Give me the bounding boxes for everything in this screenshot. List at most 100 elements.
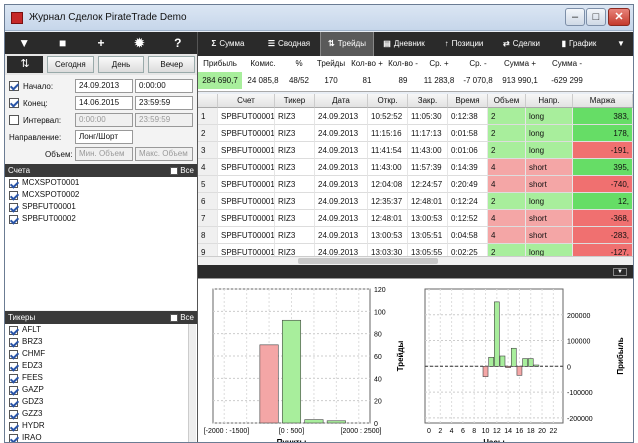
table-cell[interactable]: 11:41:54 xyxy=(368,142,408,159)
table-cell[interactable]: SPBFUT00001 xyxy=(218,108,275,125)
table-cell[interactable]: 12:24:57 xyxy=(408,176,448,193)
list-item[interactable]: FEES xyxy=(5,372,197,384)
table-cell[interactable]: 13:05:51 xyxy=(408,227,448,244)
evening-button[interactable]: Вечер xyxy=(148,56,196,73)
close-button[interactable]: ✕ xyxy=(608,8,630,26)
table-cell[interactable]: 11:17:13 xyxy=(408,125,448,142)
interval-from-field[interactable]: 0:00:00 xyxy=(75,113,133,127)
ticker-checkbox[interactable] xyxy=(9,361,18,371)
table-cell[interactable]: short xyxy=(526,176,573,193)
table-cell[interactable]: -191, xyxy=(573,142,633,159)
column-header[interactable]: Время xyxy=(448,94,488,108)
list-item[interactable]: CHMF xyxy=(5,348,197,360)
table-cell[interactable]: 2 xyxy=(488,193,526,210)
list-item[interactable]: HYDR xyxy=(5,420,197,432)
table-cell[interactable]: 11:15:16 xyxy=(368,125,408,142)
ticker-checkbox[interactable] xyxy=(9,373,18,383)
table-cell[interactable]: 4 xyxy=(488,210,526,227)
ticker-checkbox[interactable] xyxy=(9,421,18,431)
table-cell[interactable]: 4 xyxy=(488,227,526,244)
list-item[interactable]: MCXSPOT0002 xyxy=(5,189,197,201)
table-cell[interactable]: 0:01:06 xyxy=(448,142,488,159)
table-cell[interactable]: SPBFUT00001 xyxy=(218,142,275,159)
table-cell[interactable]: 3 xyxy=(198,142,218,159)
sync-button[interactable]: ⇅ xyxy=(7,56,43,73)
column-header[interactable]: Закр. xyxy=(408,94,448,108)
table-cell[interactable]: 395, xyxy=(573,159,633,176)
table-cell[interactable]: 8 xyxy=(198,227,218,244)
table-cell[interactable]: SPBFUT00001 xyxy=(218,159,275,176)
tab-overflow-button[interactable]: ▼ xyxy=(610,32,632,56)
accounts-all-checkbox[interactable] xyxy=(170,166,179,175)
tab-deals[interactable]: ⇄ Сделки xyxy=(494,32,549,56)
interval-to-field[interactable]: 23:59:59 xyxy=(135,113,193,127)
table-cell[interactable]: 24.09.2013 xyxy=(315,108,368,125)
help-icon[interactable]: ? xyxy=(159,32,197,54)
day-button[interactable]: День xyxy=(97,56,145,73)
lock-icon[interactable]: ■ xyxy=(43,32,81,54)
ticker-checkbox[interactable] xyxy=(9,385,18,395)
table-cell[interactable]: 2 xyxy=(488,108,526,125)
ticker-checkbox[interactable] xyxy=(9,409,18,419)
tab-trades[interactable]: ⇅ Трейды xyxy=(320,32,374,56)
list-item[interactable]: EDZ3 xyxy=(5,360,197,372)
start-time-field[interactable]: 0:00:00 xyxy=(135,79,193,93)
table-cell[interactable]: 24.09.2013 xyxy=(315,227,368,244)
table-cell[interactable]: 178, xyxy=(573,125,633,142)
table-cell[interactable]: 12:35:37 xyxy=(368,193,408,210)
table-cell[interactable]: 13:00:53 xyxy=(408,210,448,227)
table-cell[interactable]: 0:12:52 xyxy=(448,210,488,227)
table-cell[interactable]: short xyxy=(526,227,573,244)
ticker-checkbox[interactable] xyxy=(9,349,18,359)
column-header[interactable]: Напр. xyxy=(526,94,573,108)
table-cell[interactable]: 6 xyxy=(198,193,218,210)
table-cell[interactable]: 5 xyxy=(198,176,218,193)
ticker-checkbox[interactable] xyxy=(9,397,18,407)
table-cell[interactable]: 12:04:08 xyxy=(368,176,408,193)
table-cell[interactable]: 24.09.2013 xyxy=(315,142,368,159)
table-cell[interactable]: long xyxy=(526,193,573,210)
table-cell[interactable]: RIZ3 xyxy=(275,176,315,193)
table-cell[interactable]: 383, xyxy=(573,108,633,125)
table-cell[interactable]: short xyxy=(526,159,573,176)
table-cell[interactable]: 4 xyxy=(488,159,526,176)
table-cell[interactable]: short xyxy=(526,210,573,227)
column-header[interactable]: Объем xyxy=(488,94,526,108)
table-cell[interactable]: -740, xyxy=(573,176,633,193)
table-cell[interactable]: 24.09.2013 xyxy=(315,176,368,193)
volume-min-field[interactable]: Мин. Объем xyxy=(75,147,133,161)
column-header[interactable]: Дата xyxy=(315,94,368,108)
table-cell[interactable]: RIZ3 xyxy=(275,142,315,159)
tab-positions[interactable]: ↑ Позиции xyxy=(434,32,494,56)
table-cell[interactable]: 0:01:58 xyxy=(448,125,488,142)
gear-icon[interactable]: ✹ xyxy=(120,32,158,54)
tickers-scrollbar[interactable] xyxy=(188,324,196,442)
table-cell[interactable]: SPBFUT00001 xyxy=(218,193,275,210)
table-cell[interactable]: 0:20:49 xyxy=(448,176,488,193)
table-cell[interactable]: 4 xyxy=(198,159,218,176)
tab-sum[interactable]: Σ Сумма xyxy=(198,32,258,56)
add-icon[interactable]: + xyxy=(82,32,120,54)
volume-max-field[interactable]: Макс. Объем xyxy=(135,147,193,161)
direction-select[interactable]: Лонг/Шорт xyxy=(75,130,133,144)
list-item[interactable]: IRAO xyxy=(5,432,197,442)
table-cell[interactable]: 10:52:52 xyxy=(368,108,408,125)
ticker-checkbox[interactable] xyxy=(9,325,18,335)
table-cell[interactable]: -368, xyxy=(573,210,633,227)
table-cell[interactable]: 24.09.2013 xyxy=(315,125,368,142)
table-cell[interactable]: RIZ3 xyxy=(275,125,315,142)
table-cell[interactable]: 24.09.2013 xyxy=(315,210,368,227)
table-cell[interactable]: 2 xyxy=(198,125,218,142)
table-cell[interactable]: 4 xyxy=(488,176,526,193)
column-header[interactable] xyxy=(198,94,218,108)
tab-diary[interactable]: ▤ Дневник xyxy=(374,32,434,56)
table-cell[interactable]: -283, xyxy=(573,227,633,244)
table-cell[interactable]: 0:04:58 xyxy=(448,227,488,244)
table-cell[interactable]: SPBFUT00001 xyxy=(218,210,275,227)
minimize-button[interactable]: – xyxy=(565,8,585,26)
table-cell[interactable]: RIZ3 xyxy=(275,193,315,210)
end-date-field[interactable]: 14.06.2015 xyxy=(75,96,133,110)
table-horizontal-scrollbar[interactable] xyxy=(198,256,633,265)
ticker-checkbox[interactable] xyxy=(9,337,18,347)
table-cell[interactable]: long xyxy=(526,125,573,142)
